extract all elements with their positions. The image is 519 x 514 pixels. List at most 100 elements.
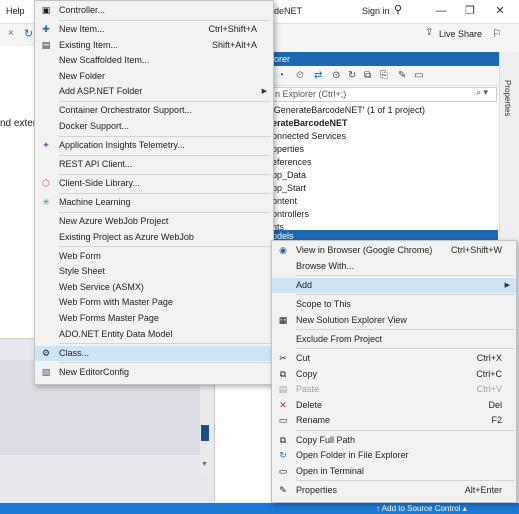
sync-icon[interactable]: ⇄	[314, 70, 322, 81]
properties-tab[interactable]: Properties	[503, 80, 512, 116]
controller-icon: ▣	[41, 5, 51, 15]
menu-item-new-scaffolded-item[interactable]: New Scaffolded Item...	[35, 53, 273, 69]
menu-item-label: Properties	[296, 485, 338, 495]
tree-item[interactable]: ontrollers	[272, 208, 309, 220]
menu-item-web-form[interactable]: Web Form	[35, 249, 273, 265]
menu-item-existing-item[interactable]: ▤ Existing Item... Shift+Alt+A	[35, 38, 273, 54]
restore-button[interactable]: ❐	[459, 2, 481, 20]
menu-item-web-forms-master-page[interactable]: Web Forms Master Page	[35, 311, 273, 327]
delete-icon: ✕	[279, 399, 287, 410]
tree-item[interactable]: erateBarcodeNET	[272, 117, 348, 129]
menu-item-web-service-asmx[interactable]: Web Service (ASMX)	[35, 280, 273, 296]
liveshare-button[interactable]: Live Share	[439, 29, 482, 39]
machine-learning-icon: ✳	[42, 197, 50, 207]
user-icon[interactable]: ⚲	[394, 3, 402, 16]
menu-separator	[296, 329, 514, 331]
menu-separator	[296, 480, 514, 482]
menu-item-label: Add ASP.NET Folder	[59, 86, 143, 97]
menu-item-label: Web Service (ASMX)	[59, 281, 144, 292]
history-icon[interactable]: ⏲	[296, 70, 304, 81]
menu-item-ado-net-entity-data-model[interactable]: ADO.NET Entity Data Model	[35, 327, 273, 343]
menu-item-controller[interactable]: ▣ Controller...	[35, 3, 273, 19]
menu-item-new-item[interactable]: ✚ New Item... Ctrl+Shift+A	[35, 22, 273, 38]
menu-item-label: ADO.NET Entity Data Model	[59, 328, 173, 339]
menu-item-shortcut: Del	[488, 399, 502, 410]
menu-item-class[interactable]: ⚙ Class...	[35, 345, 273, 362]
add-to-source-control-button[interactable]: ↑ Add to Source Control ▴	[376, 504, 467, 513]
menu-item-cut[interactable]: ✂ Cut Ctrl+X	[272, 351, 516, 367]
solution-search-input[interactable]: n Explorer (Ctrl+;)	[272, 87, 497, 102]
preview-icon[interactable]: ▭	[414, 70, 423, 81]
menu-item-add-asp-net-folder[interactable]: Add ASP.NET Folder ▶	[35, 84, 273, 100]
menu-item-exclude-from-project[interactable]: Exclude From Project	[272, 332, 516, 348]
menu-item-client-side-library[interactable]: ⬡ Client-Side Library...	[35, 176, 273, 192]
menu-item-style-sheet[interactable]: Style Sheet	[35, 264, 273, 280]
menu-item-label: Browse With...	[296, 260, 355, 271]
refresh-se-icon[interactable]: ↻	[348, 70, 356, 81]
menu-item-open-folder-in-file-explorer[interactable]: ↻ Open Folder in File Explorer	[272, 448, 516, 464]
menu-item-new-azure-webjob-project[interactable]: New Azure WebJob Project	[35, 214, 273, 230]
tree-item[interactable]: onnected Services	[272, 130, 346, 142]
collapse-icon[interactable]: ⧉	[364, 70, 371, 81]
liveshare-icon[interactable]: ⇪	[425, 27, 433, 38]
menu-item-new-solution-explorer-view[interactable]: ▦ New Solution Explorer View	[272, 313, 516, 329]
menu-item-docker-support[interactable]: Docker Support...	[35, 119, 273, 135]
menu-item-label: Delete	[296, 399, 323, 410]
menu-item-application-insights-telemetry[interactable]: ✦ Application Insights Telemetry...	[35, 138, 273, 154]
tree-item[interactable]: pp_Data	[272, 169, 306, 181]
menu-item-container-orchestrator-support[interactable]: Container Orchestrator Support...	[35, 103, 273, 119]
menu-item-existing-project-as-azure-webjob[interactable]: Existing Project as Azure WebJob	[35, 230, 273, 246]
open-folder-icon: ↻	[279, 450, 287, 461]
new-view-icon: ▦	[278, 314, 288, 325]
menu-item-scope-to-this[interactable]: Scope to This	[272, 297, 516, 313]
menu-item-rename[interactable]: ▭ Rename F2	[272, 413, 516, 429]
refresh-icon[interactable]: ↻	[24, 27, 33, 40]
menu-item-view-in-browser-google-chrome[interactable]: ◉ View in Browser (Google Chrome) Ctrl+Shi…	[272, 243, 516, 259]
minimize-button[interactable]: —	[430, 2, 452, 20]
menu-item-shortcut: Ctrl+V	[476, 384, 502, 395]
rename-icon: ▭	[278, 415, 288, 426]
pending-changes-icon[interactable]: ⊙	[332, 70, 340, 81]
menu-item-open-in-terminal[interactable]: ▭ Open in Terminal	[272, 464, 516, 480]
menu-item-paste[interactable]: ▤ Paste Ctrl+V	[272, 382, 516, 398]
tree-item[interactable]: operties	[272, 143, 304, 155]
menu-separator	[59, 192, 271, 194]
menu-item-add[interactable]: Add ▶	[272, 277, 516, 294]
app-insights-icon: ✦	[42, 140, 50, 150]
signin-link[interactable]: Sign in	[362, 6, 390, 16]
menu-separator	[59, 246, 271, 248]
menu-help[interactable]: Help	[6, 6, 25, 16]
close-button[interactable]: ✕	[489, 2, 511, 20]
menu-item-web-form-with-master-page[interactable]: Web Form with Master Page	[35, 295, 273, 311]
tree-item[interactable]: eferences	[272, 156, 312, 168]
menu-separator	[59, 362, 271, 364]
menu-item-copy[interactable]: ⧉ Copy Ctrl+C	[272, 367, 516, 383]
menu-item-shortcut: Ctrl+C	[476, 368, 502, 379]
menu-item-label: Copy	[296, 368, 318, 379]
menu-item-label: Client-Side Library...	[59, 178, 140, 188]
feedback-icon[interactable]: ⚐	[492, 27, 502, 40]
scrollbar-thumb[interactable]	[201, 425, 209, 441]
menu-item-properties[interactable]: ✎ Properties Alt+Enter	[272, 483, 516, 499]
menu-item-browse-with[interactable]: Browse With...	[272, 259, 516, 275]
menu-item-label: Copy Full Path	[296, 434, 356, 445]
tree-item[interactable]: ontent	[272, 195, 297, 207]
menu-item-new-editorconfig[interactable]: ▧ New EditorConfig	[35, 365, 273, 381]
menu-item-label: Machine Learning	[59, 197, 131, 207]
show-all-icon[interactable]: ⎘	[380, 70, 388, 81]
scroll-down-icon[interactable]: ▼	[201, 461, 208, 468]
search-icon[interactable]: ⌕ ▾	[476, 87, 488, 98]
menu-item-delete[interactable]: ✕ Delete Del	[272, 398, 516, 414]
menu-item-machine-learning[interactable]: ✳ Machine Learning	[35, 195, 273, 211]
menu-item-copy-full-path[interactable]: ⧉ Copy Full Path	[272, 433, 516, 449]
menu-item-label: View in Browser (Google Chrome)	[296, 245, 433, 255]
menu-item-rest-api-client[interactable]: REST API Client...	[35, 157, 273, 173]
menu-item-new-folder[interactable]: New Folder	[35, 69, 273, 85]
tree-item[interactable]: 'GenerateBarcodeNET' (1 of 1 project)	[272, 104, 425, 116]
back-icon[interactable]: ◔	[278, 70, 284, 81]
add-submenu: ▣ Controller... ✚ New Item... Ctrl+Shift+A ▤ E…	[34, 0, 274, 385]
menu-separator	[59, 135, 271, 137]
tree-item[interactable]: pp_Start	[272, 182, 306, 194]
wrench-icon[interactable]: ✎	[398, 70, 406, 81]
close-tab-icon[interactable]: ×	[8, 28, 14, 39]
